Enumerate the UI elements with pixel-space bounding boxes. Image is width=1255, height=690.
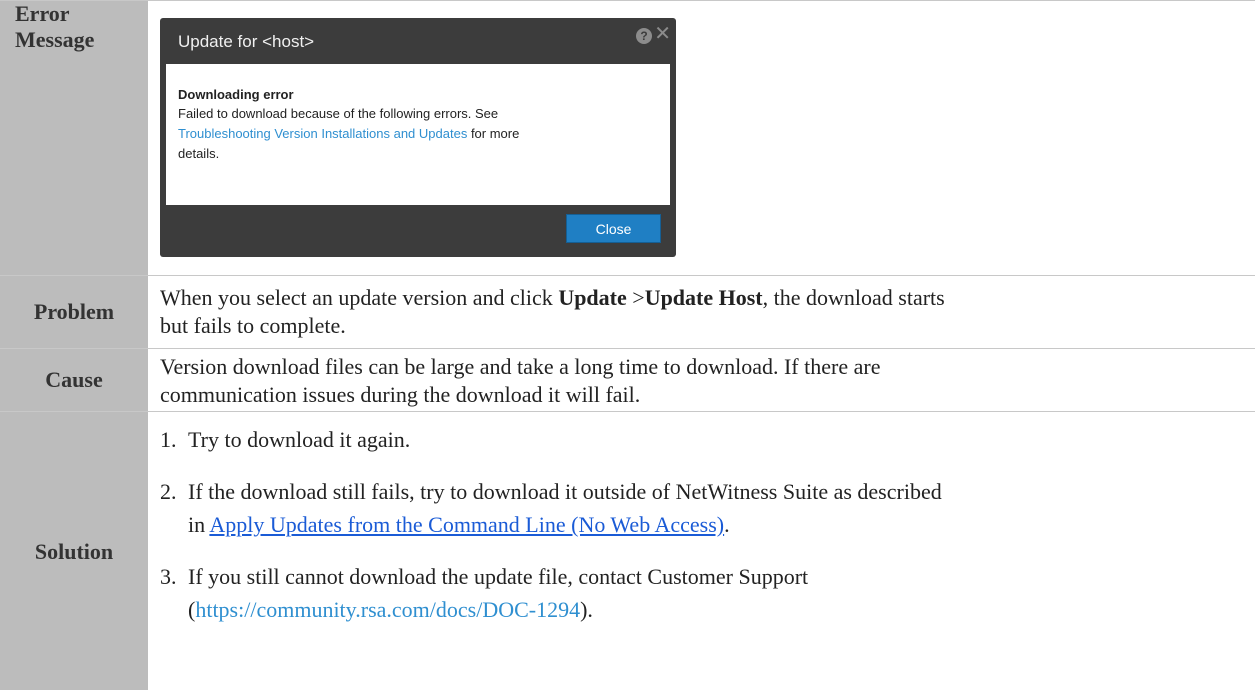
- problem-line2: but fails to complete.: [160, 313, 346, 338]
- cause-row: Cause Version download files can be larg…: [0, 349, 1255, 412]
- cause-label: Cause: [0, 349, 148, 411]
- dialog-message: Failed to download because of the follow…: [178, 104, 658, 164]
- dialog-heading: Downloading error: [178, 87, 294, 102]
- step-2-suffix: .: [724, 512, 730, 537]
- step-number: 1.: [160, 427, 177, 452]
- step-number: 3.: [160, 564, 177, 589]
- solution-step-2: 2. If the download still fails, try to d…: [160, 477, 942, 537]
- problem-label: Problem: [0, 276, 148, 348]
- step-1-line1: Try to download it again.: [188, 427, 411, 452]
- problem-text-3: , the download starts: [762, 285, 945, 310]
- error-message-label: Error Message: [0, 1, 148, 275]
- solution-row: Solution 1. Try to download it again. 2.…: [0, 412, 1255, 690]
- problem-row: Problem When you select an update versio…: [0, 276, 1255, 349]
- solution-label: Solution: [0, 412, 148, 690]
- close-icon[interactable]: ✕: [654, 24, 671, 44]
- step-text: If you still cannot download the update …: [188, 562, 1248, 625]
- step-2-line2: in Apply Updates from the Command Line (…: [188, 510, 1248, 540]
- step-text: If the download still fails, try to down…: [188, 477, 1248, 540]
- problem-text-2: >: [626, 285, 645, 310]
- step-3-suffix: ).: [580, 597, 593, 622]
- apply-updates-link[interactable]: Apply Updates from the Command Line (No …: [209, 512, 724, 537]
- solution-content: 1. Try to download it again. 2. If the d…: [148, 412, 1255, 690]
- update-dialog: Update for <host> ? ✕ Downloading error …: [160, 18, 676, 257]
- step-3-line1: If you still cannot download the update …: [188, 564, 809, 589]
- problem-line1: When you select an update version and cl…: [160, 284, 1255, 312]
- problem-content: When you select an update version and cl…: [148, 276, 1255, 348]
- cause-content: Version download files can be large and …: [148, 349, 1255, 411]
- dialog-message-line3: details.: [178, 146, 220, 161]
- error-message-row: Error Message Update for <host> ? ✕ Down…: [0, 1, 1255, 276]
- error-message-label-line2: Message: [15, 27, 95, 52]
- step-3-line2: (https://community.rsa.com/docs/DOC-1294…: [188, 595, 1248, 625]
- step-2-line1: If the download still fails, try to down…: [188, 479, 942, 504]
- close-button[interactable]: Close: [566, 214, 661, 243]
- solution-step-1: 1. Try to download it again.: [160, 425, 410, 455]
- customer-support-link[interactable]: https://community.rsa.com/docs/DOC-1294: [195, 597, 580, 622]
- cause-line2: communication issues during the download…: [160, 382, 641, 407]
- step-2-prefix: in: [188, 512, 210, 537]
- troubleshooting-table: Error Message Update for <host> ? ✕ Down…: [0, 0, 1255, 690]
- dialog-message-line2: Troubleshooting Version Installations an…: [178, 124, 658, 144]
- dialog-body: Downloading error Failed to download bec…: [166, 64, 670, 205]
- solution-step-3: 3. If you still cannot download the upda…: [160, 562, 808, 622]
- step-text: Try to download it again.: [188, 425, 1248, 455]
- dialog-title: Update for <host>: [178, 32, 315, 51]
- error-message-label-line1: Error: [15, 1, 70, 26]
- problem-bold-update-host: Update Host: [644, 285, 763, 310]
- dialog-message-line2-suffix: for more: [467, 126, 520, 141]
- step-number: 2.: [160, 479, 177, 504]
- error-message-content: Update for <host> ? ✕ Downloading error …: [148, 1, 1255, 275]
- help-icon[interactable]: ?: [636, 28, 652, 44]
- problem-text-1: When you select an update version and cl…: [160, 285, 559, 310]
- cause-line1: Version download files can be large and …: [160, 354, 881, 379]
- dialog-message-line1: Failed to download because of the follow…: [178, 106, 499, 121]
- problem-bold-update: Update: [558, 285, 627, 310]
- troubleshooting-link[interactable]: Troubleshooting Version Installations an…: [178, 126, 467, 141]
